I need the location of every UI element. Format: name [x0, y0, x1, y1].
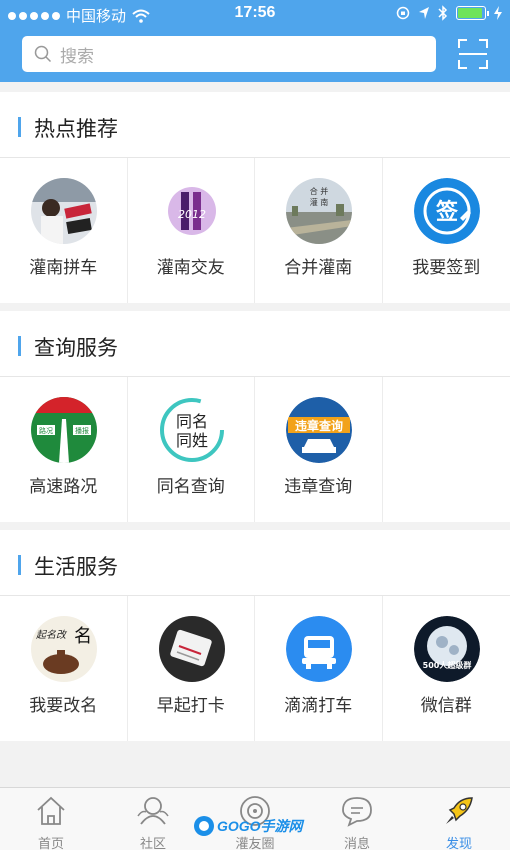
carpool-photo-icon	[31, 178, 97, 244]
grid-item-label: 灌南拼车	[29, 258, 98, 277]
section-header: 查询服务	[0, 311, 510, 377]
status-bar: 中国移动 17:56	[0, 0, 510, 28]
section-title: 查询服务	[34, 337, 118, 360]
charging-icon	[494, 6, 502, 20]
battery-icon	[456, 6, 489, 20]
location-icon	[419, 7, 429, 19]
tab-community[interactable]: 社区	[102, 788, 204, 850]
wechat-group-photo-icon: 500人超级群	[413, 616, 480, 682]
search-placeholder: 搜索	[60, 46, 94, 66]
watermark-logo: GOGO手游网	[193, 813, 303, 839]
svg-text:路况: 路况	[39, 426, 53, 435]
section-title: 热点推荐	[34, 118, 118, 141]
svg-text:违章查询: 违章查询	[295, 418, 343, 433]
svg-text:2012: 2012	[178, 208, 206, 221]
svg-text:名: 名	[74, 626, 92, 647]
tab-messages[interactable]: 消息	[306, 788, 408, 850]
grid-item-rename[interactable]: 起名改 名 我要改名	[0, 596, 128, 741]
grid-item-wechat-group[interactable]: 500人超级群 微信群	[383, 596, 510, 741]
section-query-services: 查询服务 路况 播报 高速路况 同名 同姓 同名查询 违章查询 违章查询	[0, 311, 510, 522]
rename-photo-icon: 起名改 名	[31, 616, 97, 682]
svg-text:灌 南: 灌 南	[310, 197, 329, 207]
svg-text:同姓: 同姓	[175, 431, 207, 450]
svg-text:500人超级群: 500人超级群	[422, 660, 471, 670]
section-life-services: 生活服务 起名改 名 我要改名 早起打卡 滴滴打车 500人超级群 微信群	[0, 530, 510, 741]
bluetooth-icon	[438, 5, 448, 21]
svg-text:播报: 播报	[75, 426, 89, 435]
tab-label: 发现	[445, 836, 472, 850]
home-icon	[37, 796, 65, 825]
highway-icon: 路况 播报	[31, 397, 97, 463]
community-icon	[137, 797, 169, 825]
check-in-icon: 签	[413, 178, 480, 244]
grid-item-highway[interactable]: 路况 播报 高速路况	[0, 377, 128, 522]
tab-discover[interactable]: 发现	[408, 788, 510, 850]
grid-item-label: 违章查询	[284, 477, 353, 496]
grid-item-empty	[383, 377, 510, 522]
tab-label: 首页	[37, 836, 64, 850]
grid-item-label: 我要签到	[412, 258, 481, 277]
grid-item-dating[interactable]: 2012 灌南交友	[128, 158, 255, 303]
watermark-text: GOGO手游网	[217, 818, 303, 834]
section-header: 生活服务	[0, 530, 510, 596]
rocket-icon	[446, 797, 473, 824]
svg-text:同名: 同名	[175, 412, 207, 431]
grid-item-early-rise[interactable]: 早起打卡	[128, 596, 255, 741]
same-name-icon: 同名 同姓	[158, 397, 225, 463]
search-icon	[34, 45, 52, 63]
section-title: 生活服务	[34, 556, 118, 579]
grid-item-label: 同名查询	[156, 477, 225, 496]
grid-item-label: 灌南交友	[156, 258, 225, 277]
grid-item-label: 高速路况	[29, 477, 98, 496]
grid-item-label: 我要改名	[29, 696, 98, 715]
app-header: 中国移动 17:56 搜索	[0, 0, 510, 82]
scan-icon[interactable]	[457, 38, 489, 70]
grid-item-taxi[interactable]: 滴滴打车	[255, 596, 383, 741]
grid-item-same-name[interactable]: 同名 同姓 同名查询	[128, 377, 255, 522]
grid-item-label: 微信群	[420, 696, 472, 715]
svg-text:签: 签	[434, 199, 458, 225]
search-input[interactable]: 搜索	[22, 36, 436, 72]
grid-item-label: 滴滴打车	[284, 696, 353, 715]
message-icon	[342, 797, 372, 827]
taxi-icon	[286, 616, 352, 682]
early-rise-photo-icon	[158, 616, 225, 682]
violation-icon: 违章查询	[286, 397, 352, 463]
grid-item-label: 合并灌南	[284, 258, 353, 277]
grid-item-violation[interactable]: 违章查询 违章查询	[255, 377, 383, 522]
section-header: 热点推荐	[0, 92, 510, 158]
merge-guannan-photo-icon: 合 并 灌 南	[286, 178, 352, 244]
grid-item-label: 早起打卡	[156, 696, 225, 715]
tab-label: 消息	[343, 836, 370, 850]
gogo-logo-icon	[194, 816, 214, 836]
section-hot-recommend: 热点推荐 灌南拼车 2012 灌南交友 合 并 灌 南 合并灌南 签 我要签到	[0, 92, 510, 303]
svg-text:起名改: 起名改	[36, 629, 68, 641]
tab-label: 社区	[139, 836, 166, 850]
dating-photo-icon: 2012	[158, 178, 225, 244]
svg-text:合 并: 合 并	[310, 186, 329, 196]
grid-item-merge-guannan[interactable]: 合 并 灌 南 合并灌南	[255, 158, 383, 303]
tab-home[interactable]: 首页	[0, 788, 102, 850]
rotation-lock-icon	[396, 6, 410, 20]
grid-item-carpool[interactable]: 灌南拼车	[0, 158, 128, 303]
grid-item-check-in[interactable]: 签 我要签到	[383, 158, 510, 303]
